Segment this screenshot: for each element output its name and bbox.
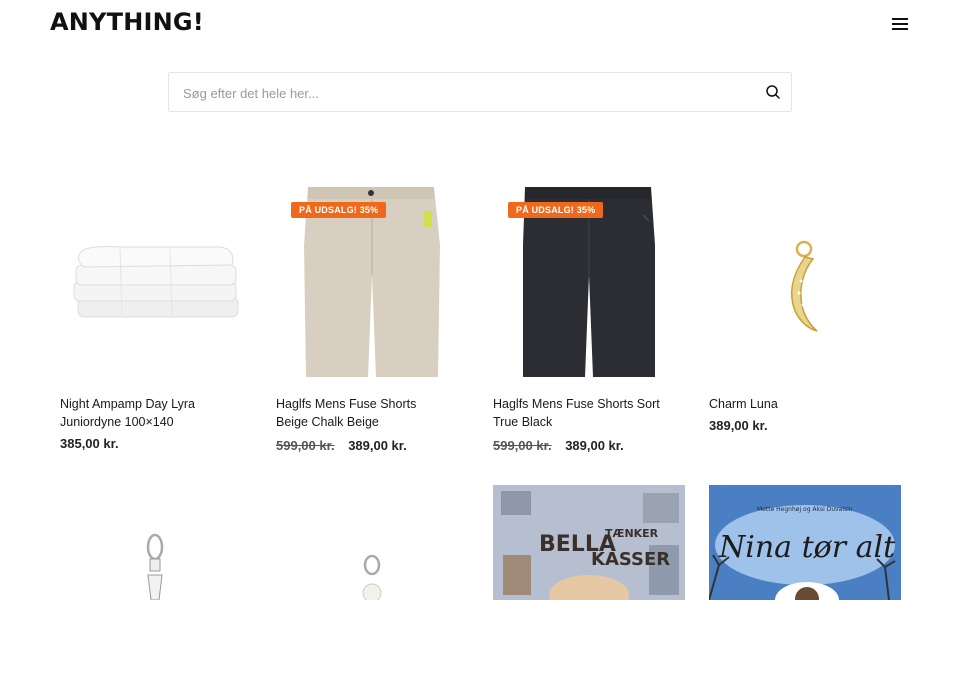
product-name[interactable]: Haglfs Mens Fuse Shorts Beige Chalk Beig…	[276, 395, 444, 431]
product-image-silver-charm[interactable]	[60, 485, 252, 677]
current-price: 389,00 kr.	[565, 438, 624, 453]
book-author: Mette Hegnhøj og Aksi Duvalsin	[757, 506, 853, 513]
book-title: Nina tør alt	[718, 530, 896, 565]
product-name[interactable]: Haglfs Mens Fuse Shorts Sort True Black	[493, 395, 661, 431]
book-title-line2: KASSER	[591, 549, 670, 570]
book-cover-bella[interactable]: BELLA TÆNKER KASSER	[493, 485, 685, 600]
product-image-beige-shorts[interactable]: PÅ UDSALG! 35%	[276, 185, 468, 377]
current-price: 389,00 kr.	[348, 438, 407, 453]
sale-badge: PÅ UDSALG! 35%	[291, 202, 387, 218]
product-image-pearl-charm[interactable]	[276, 485, 468, 677]
old-price: 599,00 kr.	[493, 438, 552, 453]
product-price: 385,00 kr.	[60, 436, 119, 451]
hamburger-menu-icon[interactable]	[890, 15, 910, 33]
current-price: 385,00 kr.	[60, 436, 119, 451]
product-price: 599,00 kr. 389,00 kr.	[493, 438, 624, 453]
book-title-small: TÆNKER	[605, 527, 659, 540]
current-price: 389,00 kr.	[709, 418, 768, 433]
old-price: 599,00 kr.	[276, 438, 335, 453]
product-price: 599,00 kr. 389,00 kr.	[276, 438, 407, 453]
site-logo[interactable]: ANYTHING!	[50, 8, 204, 36]
search-icon[interactable]	[765, 84, 781, 100]
search-input[interactable]	[181, 82, 745, 104]
sale-badge: PÅ UDSALG! 35%	[508, 202, 604, 218]
product-name[interactable]: Night Ampamp Day Lyra Juniordyne 100×140	[60, 395, 228, 431]
product-image-black-shorts[interactable]: PÅ UDSALG! 35%	[493, 185, 685, 377]
book-cover-nina[interactable]: Mette Hegnhøj og Aksi Duvalsin Nina tør …	[709, 485, 901, 600]
product-image-duvet[interactable]	[60, 185, 252, 377]
product-name[interactable]: Charm Luna	[709, 395, 877, 413]
product-price: 389,00 kr.	[709, 418, 768, 433]
search-bar	[168, 72, 792, 112]
product-image-moon-charm[interactable]	[709, 185, 901, 377]
